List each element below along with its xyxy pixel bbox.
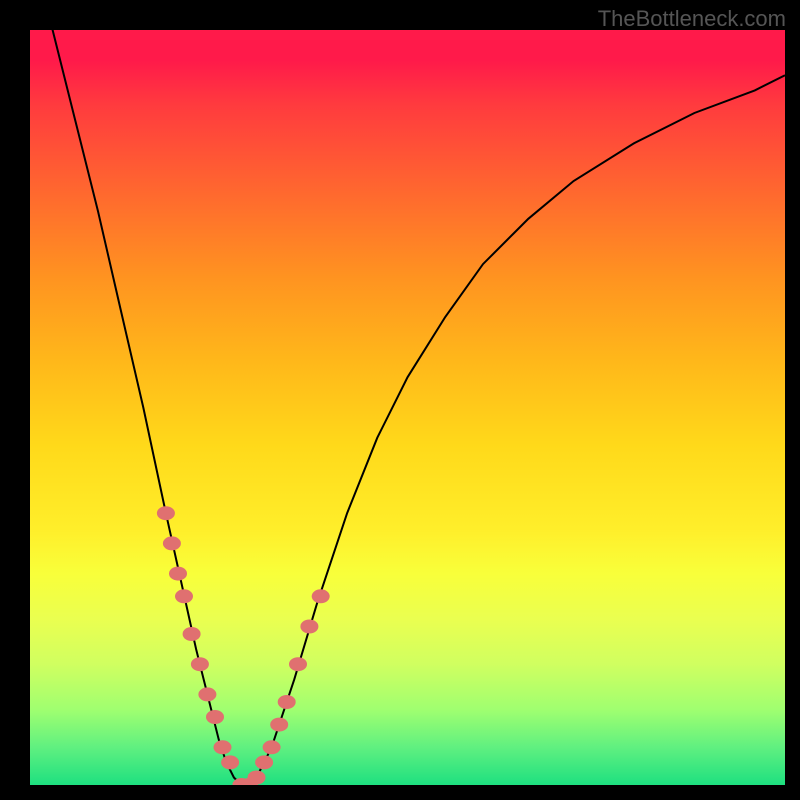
curve-marker <box>206 710 224 724</box>
curve-marker <box>183 627 201 641</box>
plot-area <box>30 30 785 785</box>
watermark-text: TheBottleneck.com <box>598 6 786 32</box>
curve-marker <box>221 755 239 769</box>
curve-marker <box>255 755 273 769</box>
curve-marker <box>263 740 281 754</box>
curve-marker <box>300 620 318 634</box>
curve-marker <box>214 740 232 754</box>
curve-marker <box>175 589 193 603</box>
curve-marker <box>169 567 187 581</box>
curve-marker <box>270 718 288 732</box>
curve-marker <box>198 687 216 701</box>
curve-marker <box>248 771 266 785</box>
curve-marker <box>312 589 330 603</box>
curve-marker <box>278 695 296 709</box>
curve-marker <box>289 657 307 671</box>
curve-marker <box>163 536 181 550</box>
bottleneck-curve <box>30 30 785 785</box>
curve-marker <box>157 506 175 520</box>
curve-marker <box>191 657 209 671</box>
chart-svg <box>30 30 785 785</box>
